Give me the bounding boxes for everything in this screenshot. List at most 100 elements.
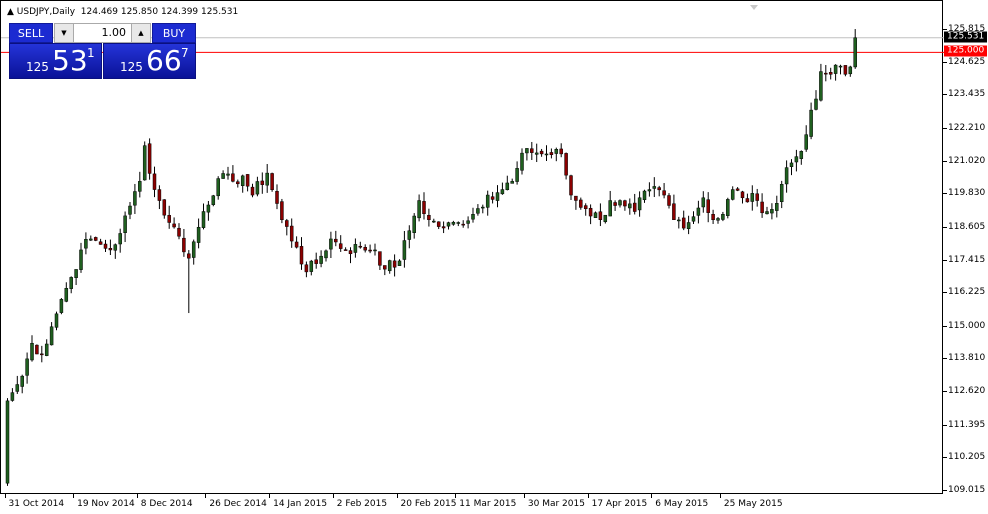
- bearish-candle: [539, 148, 544, 157]
- date-tick-label: 6 May 2015: [655, 499, 709, 509]
- candle-body: [814, 98, 818, 110]
- bearish-candle: [760, 193, 764, 218]
- price-tick-label: 116.225: [948, 287, 986, 298]
- candle-body: [5, 400, 10, 484]
- candle-body: [579, 199, 583, 208]
- bullish-candle: [412, 213, 416, 239]
- candle-body: [201, 211, 206, 228]
- candle-body: [128, 205, 132, 215]
- price-tick-label: 111.395: [948, 419, 986, 430]
- candle-body: [358, 245, 363, 248]
- candle-body: [133, 191, 137, 206]
- candle-body: [539, 150, 544, 155]
- candle-body: [461, 223, 465, 226]
- chart-area[interactable]: ▲ USDJPY,Daily 124.469 125.850 124.399 1…: [0, 0, 944, 494]
- bearish-candle: [706, 192, 710, 223]
- candle-body: [681, 217, 686, 229]
- bullish-candle: [49, 322, 54, 346]
- bullish-candle: [25, 352, 29, 384]
- decrease-lot-button[interactable]: ▼: [55, 24, 74, 42]
- bearish-candle: [598, 203, 603, 227]
- buy-price-button[interactable]: 125 66 7: [103, 43, 196, 79]
- candle-body: [775, 203, 779, 211]
- candle-body: [35, 344, 39, 355]
- candle-body: [142, 145, 147, 181]
- bullish-candle: [89, 235, 93, 241]
- candle-body: [40, 353, 44, 356]
- date-tick: [136, 494, 138, 498]
- triangle-up-icon: ▲: [138, 29, 144, 37]
- buy-price-prefix: 125: [120, 60, 143, 74]
- bullish-candle: [485, 190, 490, 216]
- candle-body: [152, 173, 157, 190]
- bullish-candle: [397, 259, 402, 266]
- bearish-candle: [147, 138, 152, 180]
- lot-size-stepper[interactable]: ▼ 1.00 ▲: [54, 23, 151, 43]
- triangle-down-icon: ▼: [61, 29, 67, 37]
- candle-body: [735, 188, 740, 191]
- bullish-candle: [686, 215, 691, 235]
- candle-body: [329, 238, 333, 250]
- price-tick-label: 115.000: [948, 320, 986, 331]
- bearish-candle: [157, 185, 162, 210]
- candle-body: [260, 180, 265, 185]
- candle-body: [490, 196, 495, 200]
- candle-body: [402, 240, 407, 260]
- candle-body: [113, 244, 118, 251]
- bullish-candle: [142, 141, 147, 181]
- bullish-candle: [128, 202, 132, 220]
- date-tick-label: 11 Mar 2015: [459, 499, 517, 509]
- candle-body: [177, 227, 181, 237]
- candle-body: [10, 392, 15, 401]
- candle-body: [481, 206, 485, 209]
- candle-body: [226, 173, 230, 176]
- bearish-candle: [172, 217, 176, 229]
- bearish-candle: [559, 143, 563, 158]
- candle-body: [500, 189, 505, 195]
- candle-body: [84, 238, 88, 249]
- candle-body: [206, 204, 211, 213]
- sell-price-button[interactable]: 125 53 1: [9, 43, 102, 79]
- candle-body: [304, 264, 309, 273]
- increase-lot-button[interactable]: ▲: [131, 24, 150, 42]
- candle-body: [848, 66, 853, 75]
- bullish-candle: [353, 238, 358, 258]
- bullish-candle: [226, 166, 230, 180]
- candle-body: [466, 220, 470, 224]
- candle-body: [98, 241, 103, 245]
- candle-body: [608, 200, 612, 217]
- candle-body: [265, 172, 269, 186]
- bullish-candle: [446, 221, 451, 230]
- price-tick-label: 110.205: [948, 452, 986, 463]
- sell-button[interactable]: SELL: [9, 23, 53, 43]
- candle-body: [765, 211, 769, 215]
- candle-body: [294, 241, 299, 248]
- bearish-candle: [182, 228, 186, 257]
- candle-body: [828, 72, 833, 75]
- price-tick-label: 112.620: [948, 386, 986, 397]
- buy-button[interactable]: BUY: [152, 23, 196, 43]
- bearish-candle: [828, 67, 833, 80]
- bullish-candle: [456, 221, 461, 227]
- candle-body: [157, 189, 162, 201]
- candle-body: [69, 277, 73, 289]
- candle-body: [432, 220, 436, 223]
- candle-body: [701, 197, 706, 208]
- lot-size-input[interactable]: 1.00: [102, 26, 127, 39]
- bullish-candle: [133, 183, 137, 214]
- candle-body: [760, 201, 764, 214]
- triangle-up-icon[interactable]: ▲: [7, 7, 14, 17]
- candle-body: [20, 375, 24, 387]
- candle-body: [387, 260, 392, 272]
- bullish-candle: [544, 145, 549, 161]
- bullish-candle: [417, 194, 421, 222]
- bearish-candle: [314, 252, 318, 269]
- price-tick-label: 109.015: [948, 485, 986, 495]
- bullish-candle: [534, 143, 539, 163]
- candle-body: [275, 191, 279, 204]
- candle-body: [187, 253, 191, 259]
- candle-body: [750, 193, 755, 202]
- bearish-candle: [392, 254, 397, 277]
- bearish-candle: [162, 199, 167, 219]
- bullish-candle: [853, 29, 857, 69]
